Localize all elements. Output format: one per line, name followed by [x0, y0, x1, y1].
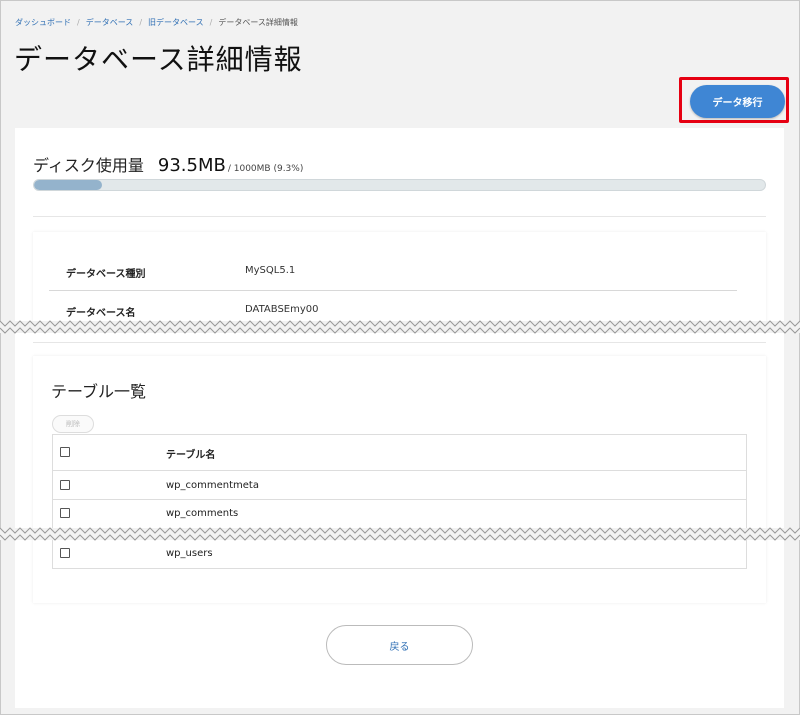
table-name: wp_comments — [166, 508, 239, 519]
delete-button[interactable]: 削除 — [52, 415, 94, 433]
breadcrumb-separator: / — [139, 18, 143, 27]
select-all-checkbox[interactable] — [60, 447, 70, 457]
disk-usage-progress-fill — [34, 180, 102, 190]
detail-card: ディスク使用量 93.5MB/ 1000MB (9.3%) データベース種別 My… — [15, 128, 784, 708]
table-name: wp_commentmeta — [166, 480, 259, 491]
divider — [33, 216, 766, 217]
table-list-title: テーブル一覧 — [51, 382, 147, 401]
info-value: DATABSEmy00 — [245, 304, 319, 315]
page-title: データベース詳細情報 — [14, 43, 303, 76]
cut-line-bottom — [0, 527, 800, 541]
table-list: テーブル名 wp_commentmeta wp_comments wp_user… — [52, 434, 747, 569]
table-list-panel: テーブル一覧 削除 テーブル名 wp_commentmeta wp_commen… — [33, 356, 766, 603]
info-value: MySQL5.1 — [245, 265, 296, 276]
cut-line-top — [0, 320, 800, 334]
disk-usage: ディスク使用量 93.5MB/ 1000MB (9.3%) — [33, 152, 303, 176]
breadcrumb-current: データベース詳細情報 — [218, 18, 298, 27]
breadcrumb-database[interactable]: データベース — [86, 18, 134, 27]
breadcrumb-separator: / — [77, 18, 80, 27]
breadcrumb-dashboard[interactable]: ダッシュボード — [15, 18, 71, 27]
row-checkbox[interactable] — [60, 480, 70, 490]
table-name-column-header: テーブル名 — [166, 450, 216, 461]
table-name: wp_users — [166, 548, 213, 559]
info-row-type: データベース種別 MySQL5.1 — [49, 252, 737, 291]
breadcrumb-separator: / — [209, 18, 213, 27]
table-header-row: テーブル名 — [53, 435, 746, 471]
back-button[interactable]: 戻る — [326, 625, 473, 665]
table-row: wp_commentmeta — [53, 471, 746, 500]
disk-usage-label: ディスク使用量 — [33, 156, 144, 175]
disk-usage-used: 93.5MB — [157, 155, 226, 176]
disk-usage-total: / 1000MB (9.3%) — [227, 164, 304, 174]
breadcrumb-old-database[interactable]: 旧データベース — [148, 18, 204, 27]
row-checkbox[interactable] — [60, 508, 70, 518]
info-label: データベース種別 — [66, 269, 146, 280]
disk-usage-progress-bar — [33, 179, 766, 191]
data-migrate-button[interactable]: データ移行 — [690, 85, 785, 118]
database-info-panel: データベース種別 MySQL5.1 データベース名 DATABSEmy00 — [33, 232, 766, 322]
breadcrumb: ダッシュボード / データベース / 旧データベース / データベース詳細情報 — [15, 17, 298, 28]
divider — [33, 342, 766, 343]
row-checkbox[interactable] — [60, 548, 70, 558]
